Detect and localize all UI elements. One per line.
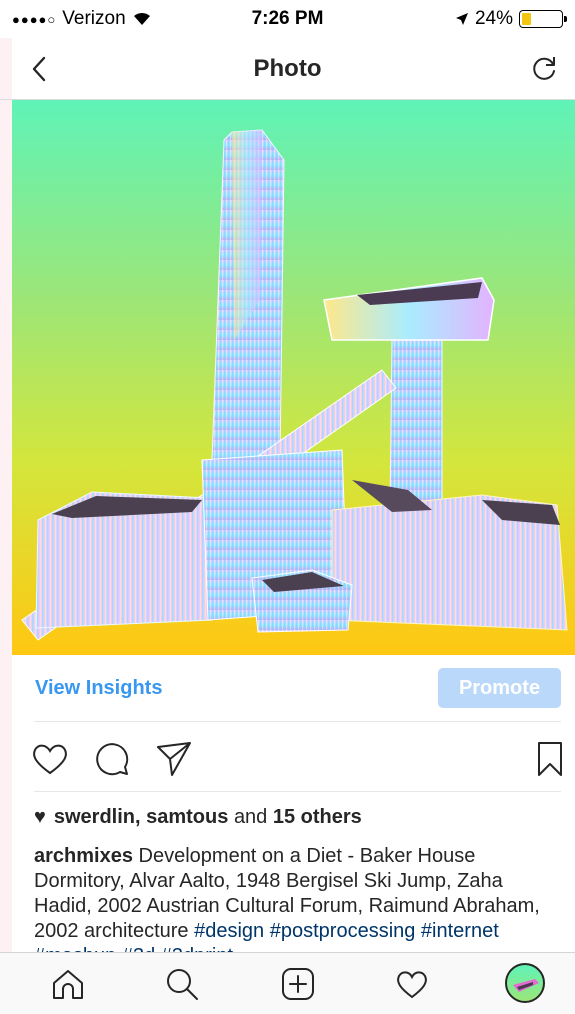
wifi-icon (133, 12, 150, 25)
search-icon[interactable] (164, 966, 200, 1002)
battery-fill (522, 13, 531, 25)
home-icon[interactable] (50, 966, 86, 1002)
small-heart-icon: ♥ (34, 806, 46, 828)
likes-and: and (233, 806, 268, 828)
action-row (12, 724, 575, 792)
profile-avatar[interactable] (505, 963, 545, 1003)
add-post-icon[interactable] (280, 966, 316, 1002)
activity-heart-icon[interactable] (394, 966, 430, 1002)
divider (34, 791, 561, 792)
status-right: 24% (455, 8, 575, 30)
tab-bar (0, 952, 575, 1014)
divider (34, 721, 561, 722)
nav-bar: Photo (0, 38, 575, 100)
location-arrow-icon (455, 13, 468, 25)
bookmark-icon[interactable] (530, 739, 570, 779)
page-title: Photo (253, 54, 322, 82)
signal-icon: ●●●●○ (12, 11, 57, 27)
caption-username[interactable]: archmixes (34, 845, 133, 867)
left-edge (0, 38, 12, 952)
battery-percent: 24% (474, 8, 513, 29)
heart-icon[interactable] (30, 739, 70, 779)
comment-icon[interactable] (92, 739, 132, 779)
post-photo[interactable] (12, 100, 575, 655)
promote-button[interactable]: Promote (438, 668, 561, 708)
architecture-render-image (21, 129, 568, 641)
carrier-label: Verizon (62, 8, 126, 29)
liked-by-users[interactable]: swerdlin, samtous (54, 806, 229, 828)
share-icon[interactable] (154, 739, 194, 779)
likes-summary[interactable]: ♥ swerdlin, samtous and 15 others (34, 806, 362, 829)
status-bar: ●●●●○ Verizon 7:26 PM 24% (0, 0, 575, 38)
status-left: ●●●●○ Verizon (0, 8, 152, 30)
hashtag-design[interactable]: #design (194, 920, 264, 942)
avatar-image (513, 979, 539, 992)
post-caption: archmixes Development on a Diet - Baker … (34, 844, 554, 952)
chevron-left-icon[interactable] (24, 52, 58, 86)
view-insights-link[interactable]: View Insights (35, 677, 162, 700)
likes-others[interactable]: 15 others (273, 806, 362, 828)
refresh-icon[interactable] (527, 52, 561, 86)
insights-row: View Insights Promote (12, 655, 575, 721)
battery-icon (519, 10, 567, 28)
